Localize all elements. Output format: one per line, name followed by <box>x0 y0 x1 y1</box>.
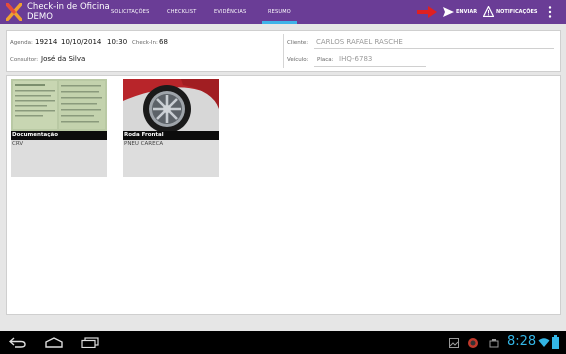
checkin-label: Check-In: <box>132 40 158 46</box>
cliente-label: Cliente: <box>287 40 309 46</box>
placa-underline <box>314 66 426 67</box>
enviar-label: ENVIAR <box>456 9 478 15</box>
agenda-label: Agenda: <box>10 40 33 46</box>
consultor-label: Consultor: <box>10 57 39 63</box>
panel-divider <box>283 34 284 68</box>
battery-icon <box>552 335 559 349</box>
agenda-date: 10/10/2014 <box>61 38 102 46</box>
home-icon[interactable] <box>45 337 63 348</box>
checkin-value: 68 <box>159 38 168 46</box>
tab-evidencias[interactable]: EVIDÊNCIAS <box>214 0 246 24</box>
evidence-card[interactable]: Documentação CRV <box>11 79 107 177</box>
usb-icon <box>489 339 499 348</box>
card-description: CRV <box>12 141 24 147</box>
gallery-icon <box>449 338 459 348</box>
agenda-number: 19214 <box>35 38 58 46</box>
document-thumbnail <box>11 79 107 131</box>
app-bar: Check-in de Oficina DEMO SOLICITAÇÕES CH… <box>0 0 566 24</box>
card-title: Documentação <box>11 131 107 140</box>
veiculo-label: Veículo: <box>287 57 309 63</box>
cliente-underline <box>314 48 554 49</box>
placa-label: Placa: <box>317 57 334 63</box>
cliente-field[interactable]: CARLOS RAFAEL RASCHE <box>316 38 403 46</box>
wheel-thumbnail <box>123 79 219 131</box>
app-notification-icon <box>468 338 478 348</box>
clock: 8:28 <box>507 334 537 349</box>
evidence-gallery: Documentação CRV Roda Frontal PNEU CAREC… <box>6 75 561 315</box>
summary-info-panel: Agenda: 19214 10/10/2014 10:30 Check-In:… <box>6 30 561 72</box>
card-title: Roda Frontal <box>123 131 219 140</box>
system-navigation-bar: 8:28 <box>0 331 566 354</box>
notificacoes-label: NOTIFICAÇÕES <box>496 9 538 15</box>
placa-field[interactable]: IHQ-6783 <box>339 55 372 63</box>
agenda-time: 10:30 <box>107 38 128 46</box>
red-arrow-icon <box>417 6 437 18</box>
warning-icon <box>483 6 494 17</box>
wifi-icon <box>538 338 550 347</box>
consultor-value: José da Silva <box>41 55 86 63</box>
card-description: PNEU CARECA <box>124 141 164 147</box>
tab-solicitacoes[interactable]: SOLICITAÇÕES <box>111 0 150 24</box>
app-title-main: Check-in de Oficina <box>27 2 110 12</box>
back-icon[interactable] <box>9 337 27 348</box>
tab-resumo[interactable]: RESUMO <box>262 0 297 24</box>
send-icon <box>443 7 454 17</box>
app-title-sub: DEMO <box>27 12 53 22</box>
tab-checklist[interactable]: CHECKLIST <box>167 0 196 24</box>
app-logo-icon <box>6 3 22 21</box>
recent-apps-icon[interactable] <box>81 337 99 348</box>
overflow-menu-icon[interactable] <box>548 6 552 18</box>
app-title: Check-in de Oficina DEMO <box>27 2 110 22</box>
evidence-card[interactable]: Roda Frontal PNEU CARECA <box>123 79 219 177</box>
